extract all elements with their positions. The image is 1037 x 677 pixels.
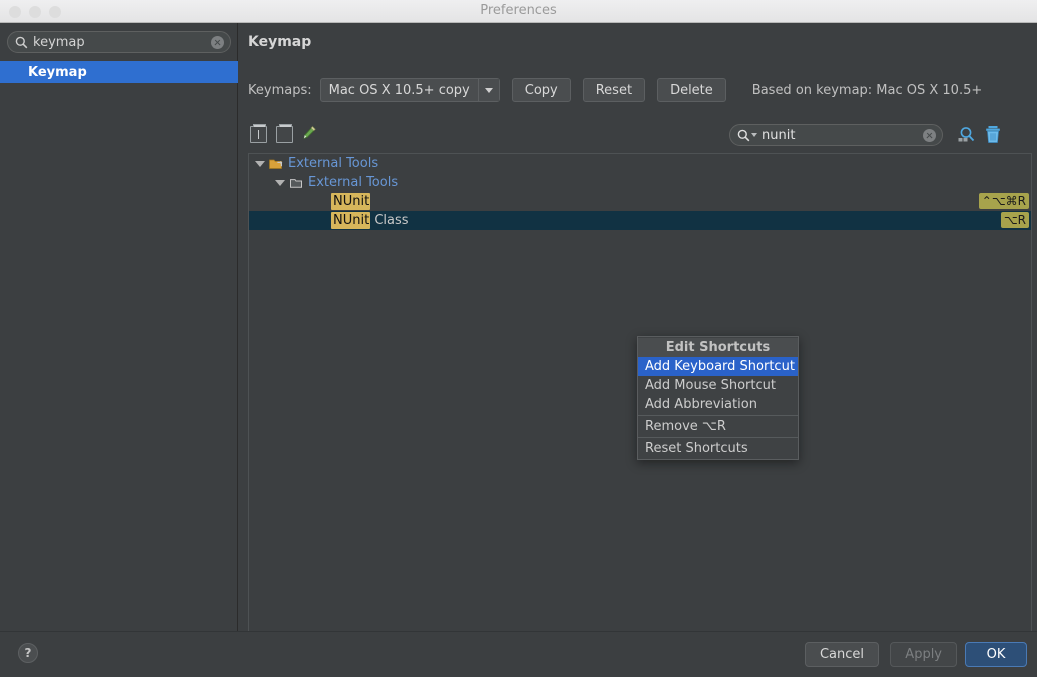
- tree-row[interactable]: External Tools: [249, 173, 1031, 192]
- reset-button[interactable]: Reset: [582, 78, 646, 102]
- expand-all-icon[interactable]: [250, 124, 267, 143]
- chevron-down-icon[interactable]: [477, 79, 499, 101]
- shortcut-badge: ⌃⌥⌘R: [978, 193, 1029, 209]
- sidebar-search-input[interactable]: keymap: [33, 35, 211, 50]
- sidebar-item-label: Keymap: [28, 64, 87, 80]
- tree-row-label: NUnit: [331, 193, 371, 210]
- settings-sidebar: keymap Keymap: [0, 23, 238, 631]
- search-options-caret-icon[interactable]: [751, 133, 757, 137]
- keymap-dropdown-value: Mac OS X 10.5+ copy: [328, 82, 470, 98]
- search-match-highlight: NUnit: [331, 193, 371, 210]
- tree-row-label: External Tools: [288, 156, 379, 171]
- menu-item-add-abbreviation[interactable]: Add Abbreviation: [638, 395, 798, 414]
- expand-twisty-icon[interactable]: [275, 179, 285, 186]
- based-on-keymap-label: Based on keymap: Mac OS X 10.5+: [751, 82, 983, 98]
- page-title: Keymap: [248, 34, 312, 50]
- sidebar-item-keymap[interactable]: Keymap: [0, 61, 238, 83]
- folder-icon: [289, 177, 303, 189]
- clear-icon[interactable]: [923, 128, 936, 142]
- copy-button[interactable]: Copy: [511, 78, 571, 102]
- tree-row[interactable]: NUnit ⌃⌥⌘R: [249, 192, 1031, 211]
- dialog-footer: ? Cancel Apply OK: [0, 631, 1037, 677]
- tree-row-label: NUnit Class: [331, 212, 409, 229]
- keymap-dropdown[interactable]: Mac OS X 10.5+ copy: [319, 78, 500, 102]
- tree-row[interactable]: External Tools: [249, 154, 1031, 173]
- tree-row-label-rest: Class: [370, 213, 409, 228]
- keymap-settings-panel: Keymap Keymaps: Mac OS X 10.5+ copy Copy…: [239, 23, 1037, 645]
- shortcut-search-input[interactable]: nunit: [762, 128, 923, 143]
- ok-button[interactable]: OK: [965, 642, 1027, 667]
- edit-shortcuts-context-menu[interactable]: Edit Shortcuts Add Keyboard Shortcut Add…: [637, 336, 799, 460]
- search-icon: [15, 36, 28, 49]
- keymaps-label: Keymaps:: [248, 82, 312, 98]
- shortcut-badge: ⌥R: [1000, 212, 1029, 228]
- apply-button: Apply: [890, 642, 957, 667]
- trash-icon[interactable]: [984, 125, 1002, 148]
- external-tools-folder-icon: [269, 158, 283, 170]
- menu-separator: [638, 415, 798, 416]
- clear-icon[interactable]: [211, 35, 224, 49]
- expand-twisty-icon[interactable]: [255, 160, 265, 167]
- delete-button[interactable]: Delete: [657, 78, 726, 102]
- keymap-tree-toolbar: [250, 124, 317, 144]
- menu-separator: [638, 437, 798, 438]
- collapse-all-icon[interactable]: [276, 124, 293, 143]
- sidebar-search-field[interactable]: keymap: [7, 31, 231, 53]
- search-icon: [737, 129, 750, 142]
- tree-row[interactable]: NUnit Class ⌥R: [249, 211, 1031, 230]
- keymap-selector-row: Keymaps: Mac OS X 10.5+ copy Copy Reset …: [248, 78, 982, 102]
- menu-item-remove-shortcut[interactable]: Remove ⌥R: [638, 417, 798, 436]
- window-titlebar: Preferences: [0, 0, 1037, 23]
- menu-item-add-keyboard-shortcut[interactable]: Add Keyboard Shortcut: [638, 357, 798, 376]
- find-by-shortcut-icon[interactable]: [957, 125, 977, 149]
- context-menu-title: Edit Shortcuts: [638, 338, 798, 357]
- cancel-button[interactable]: Cancel: [804, 642, 879, 667]
- menu-item-add-mouse-shortcut[interactable]: Add Mouse Shortcut: [638, 376, 798, 395]
- edit-pencil-icon[interactable]: [302, 125, 317, 144]
- search-match-highlight: NUnit: [331, 212, 371, 229]
- window-title: Preferences: [480, 3, 557, 18]
- shortcut-search-field[interactable]: nunit: [729, 124, 943, 146]
- help-button[interactable]: ?: [18, 643, 38, 663]
- tree-row-label: External Tools: [308, 175, 399, 190]
- menu-item-reset-shortcuts[interactable]: Reset Shortcuts: [638, 439, 798, 458]
